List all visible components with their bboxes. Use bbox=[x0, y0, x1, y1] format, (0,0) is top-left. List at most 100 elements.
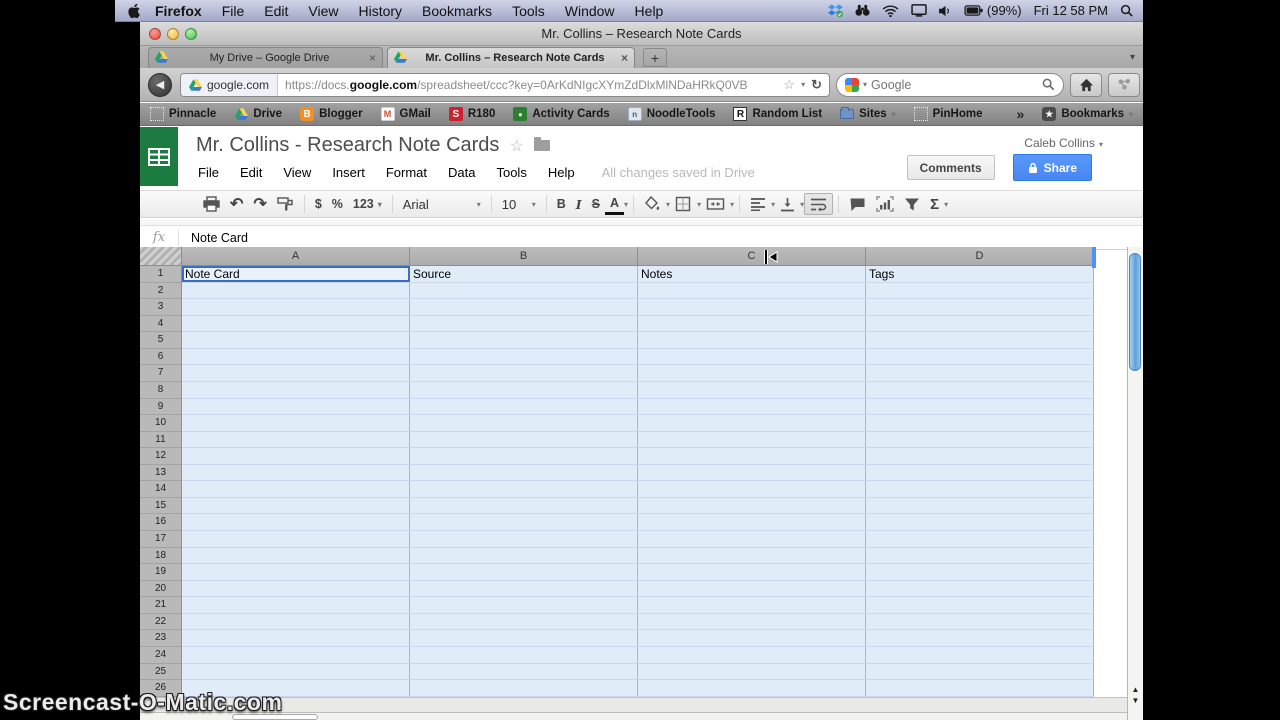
cell-A2[interactable] bbox=[182, 283, 410, 299]
select-all-corner[interactable] bbox=[140, 247, 182, 266]
merge-dropdown-icon[interactable]: ▾ bbox=[730, 200, 734, 209]
cell-D14[interactable] bbox=[866, 481, 1094, 497]
cell-C14[interactable] bbox=[638, 481, 866, 497]
cell-B21[interactable] bbox=[410, 597, 638, 613]
cell-A18[interactable] bbox=[182, 548, 410, 564]
cell-D8[interactable] bbox=[866, 382, 1094, 398]
formula-input[interactable]: Note Card bbox=[179, 231, 248, 245]
row-header-5[interactable]: 5 bbox=[140, 332, 182, 349]
cell-C18[interactable] bbox=[638, 548, 866, 564]
cell-A25[interactable] bbox=[182, 664, 410, 680]
menubar-app-name[interactable]: Firefox bbox=[155, 3, 202, 19]
bookmark-r180[interactable]: SR180 bbox=[449, 107, 496, 121]
account-menu[interactable]: Caleb Collins▾ bbox=[1024, 136, 1103, 150]
battery-indicator[interactable]: (99%) bbox=[964, 3, 1022, 18]
cell-B8[interactable] bbox=[410, 382, 638, 398]
cell-D6[interactable] bbox=[866, 349, 1094, 365]
cell-B19[interactable] bbox=[410, 564, 638, 580]
sheets-menu-view[interactable]: View bbox=[283, 165, 311, 180]
cell-C26[interactable] bbox=[638, 680, 866, 696]
volume-icon[interactable] bbox=[939, 5, 952, 17]
font-size-select[interactable]: 10▾ bbox=[497, 193, 541, 215]
row-header-16[interactable]: 16 bbox=[140, 514, 182, 531]
cell-C4[interactable] bbox=[638, 316, 866, 332]
row-header-21[interactable]: 21 bbox=[140, 597, 182, 614]
site-identity-chip[interactable]: google.com bbox=[181, 74, 278, 96]
currency-format-button[interactable]: $ bbox=[310, 193, 327, 215]
cell-C3[interactable] bbox=[638, 299, 866, 315]
cell-B4[interactable] bbox=[410, 316, 638, 332]
cell-D24[interactable] bbox=[866, 647, 1094, 663]
new-tab-button[interactable]: + bbox=[643, 48, 667, 67]
cell-C5[interactable] bbox=[638, 332, 866, 348]
row-header-20[interactable]: 20 bbox=[140, 581, 182, 598]
cell-A17[interactable] bbox=[182, 531, 410, 547]
sheets-app-icon[interactable] bbox=[140, 127, 178, 186]
column-header-D[interactable]: D bbox=[866, 247, 1094, 266]
cell-D23[interactable] bbox=[866, 630, 1094, 646]
sync-panel-button[interactable] bbox=[1108, 73, 1140, 97]
menubar-item-window[interactable]: Window bbox=[565, 3, 615, 19]
tab-close-icon[interactable]: × bbox=[369, 51, 376, 65]
move-to-folder-icon[interactable] bbox=[534, 140, 550, 151]
cell-C7[interactable] bbox=[638, 365, 866, 381]
cell-C23[interactable] bbox=[638, 630, 866, 646]
cell-D18[interactable] bbox=[866, 548, 1094, 564]
scroll-down-arrow-icon[interactable]: ▼ bbox=[1128, 695, 1143, 706]
cell-B13[interactable] bbox=[410, 465, 638, 481]
bookmark-pinhome[interactable]: PinHome bbox=[914, 107, 983, 121]
cell-C9[interactable] bbox=[638, 399, 866, 415]
undo-button[interactable]: ↶ bbox=[225, 193, 248, 215]
cell-D20[interactable] bbox=[866, 581, 1094, 597]
strikethrough-button[interactable]: S bbox=[587, 193, 605, 215]
dropbox-icon[interactable] bbox=[828, 4, 843, 18]
cell-A7[interactable] bbox=[182, 365, 410, 381]
wrap-text-button[interactable] bbox=[804, 193, 833, 215]
row-header-22[interactable]: 22 bbox=[140, 614, 182, 631]
url-bar[interactable]: google.com https://docs.google.com/sprea… bbox=[180, 73, 830, 97]
row-header-4[interactable]: 4 bbox=[140, 316, 182, 333]
cell-D21[interactable] bbox=[866, 597, 1094, 613]
cell-B11[interactable] bbox=[410, 432, 638, 448]
cell-A21[interactable] bbox=[182, 597, 410, 613]
bookmark-random-list[interactable]: RRandom List bbox=[733, 107, 822, 121]
bold-button[interactable]: B bbox=[552, 193, 571, 215]
cell-A16[interactable] bbox=[182, 514, 410, 530]
cell-A22[interactable] bbox=[182, 614, 410, 630]
insert-comment-button[interactable] bbox=[844, 193, 871, 215]
menubar-item-file[interactable]: File bbox=[222, 3, 245, 19]
row-header-23[interactable]: 23 bbox=[140, 630, 182, 647]
vertical-align-button[interactable] bbox=[775, 193, 800, 215]
url-dropdown-icon[interactable]: ▾ bbox=[801, 80, 805, 89]
cell-B17[interactable] bbox=[410, 531, 638, 547]
cell-B2[interactable] bbox=[410, 283, 638, 299]
text-color-dropdown-icon[interactable]: ▾ bbox=[624, 200, 628, 209]
search-icon[interactable] bbox=[1042, 78, 1055, 91]
borders-button[interactable] bbox=[670, 193, 697, 215]
cell-B6[interactable] bbox=[410, 349, 638, 365]
apple-menu-icon[interactable] bbox=[127, 3, 141, 19]
scroll-up-arrow-icon[interactable]: ▲ bbox=[1128, 684, 1143, 695]
cell-A11[interactable] bbox=[182, 432, 410, 448]
row-header-25[interactable]: 25 bbox=[140, 664, 182, 681]
cell-D10[interactable] bbox=[866, 415, 1094, 431]
cell-C21[interactable] bbox=[638, 597, 866, 613]
cell-A15[interactable] bbox=[182, 498, 410, 514]
cell-A6[interactable] bbox=[182, 349, 410, 365]
cell-B10[interactable] bbox=[410, 415, 638, 431]
cell-C16[interactable] bbox=[638, 514, 866, 530]
column-header-B[interactable]: B bbox=[410, 247, 638, 266]
filter-button[interactable] bbox=[899, 193, 925, 215]
bookmark-pinnacle[interactable]: Pinnacle bbox=[150, 107, 216, 121]
menubar-item-bookmarks[interactable]: Bookmarks bbox=[422, 3, 492, 19]
cell-A13[interactable] bbox=[182, 465, 410, 481]
cell-D11[interactable] bbox=[866, 432, 1094, 448]
row-header-13[interactable]: 13 bbox=[140, 465, 182, 482]
cell-C25[interactable] bbox=[638, 664, 866, 680]
cell-A23[interactable] bbox=[182, 630, 410, 646]
redo-button[interactable]: ↷ bbox=[248, 193, 271, 215]
cell-B16[interactable] bbox=[410, 514, 638, 530]
merge-cells-button[interactable] bbox=[701, 193, 730, 215]
cell-A14[interactable] bbox=[182, 481, 410, 497]
cell-C11[interactable] bbox=[638, 432, 866, 448]
